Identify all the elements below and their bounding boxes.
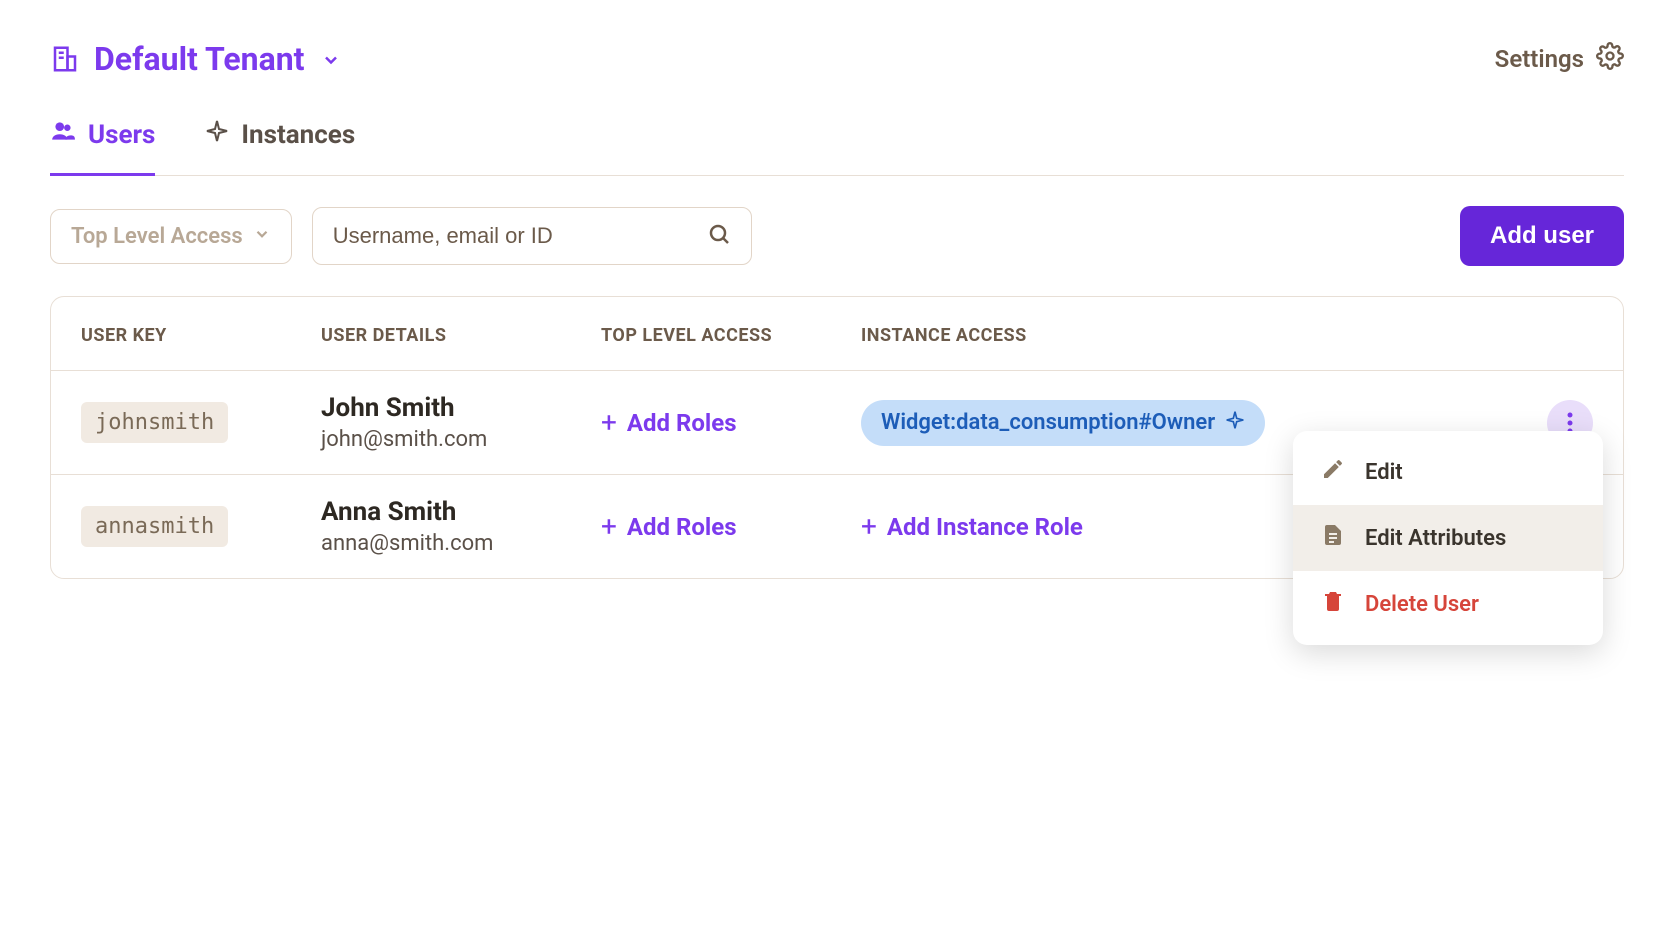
menu-item-edit[interactable]: Edit bbox=[1293, 439, 1603, 505]
add-roles-button[interactable]: + Add Roles bbox=[601, 409, 861, 437]
tab-instances-label: Instances bbox=[241, 120, 355, 150]
th-top-level-access: TOP LEVEL ACCESS bbox=[601, 325, 861, 346]
tenant-selector[interactable]: Default Tenant bbox=[50, 40, 341, 78]
building-icon bbox=[50, 44, 80, 74]
trash-icon bbox=[1321, 589, 1345, 619]
filter-label: Top Level Access bbox=[71, 224, 243, 249]
chevron-down-icon bbox=[321, 40, 341, 78]
tab-users[interactable]: Users bbox=[50, 118, 155, 176]
add-instance-label: Add Instance Role bbox=[887, 513, 1083, 541]
menu-item-edit-attributes-label: Edit Attributes bbox=[1365, 526, 1506, 551]
chevron-down-icon bbox=[253, 224, 271, 249]
pencil-icon bbox=[1321, 457, 1345, 487]
user-name: Anna Smith bbox=[321, 497, 601, 527]
users-table: USER KEY USER DETAILS TOP LEVEL ACCESS I… bbox=[50, 296, 1624, 579]
plus-icon: + bbox=[601, 513, 617, 541]
sparkle-icon bbox=[205, 119, 229, 150]
table-row: johnsmith John Smith john@smith.com + Ad… bbox=[51, 371, 1623, 475]
user-email: john@smith.com bbox=[321, 427, 601, 452]
plus-icon: + bbox=[861, 513, 877, 541]
add-user-button[interactable]: Add user bbox=[1460, 206, 1624, 266]
search-icon bbox=[707, 222, 731, 250]
menu-item-edit-attributes[interactable]: Edit Attributes bbox=[1293, 505, 1603, 571]
user-key-badge: annasmith bbox=[81, 506, 228, 547]
instance-badge-label: Widget:data_consumption#Owner bbox=[881, 410, 1215, 435]
menu-item-delete-user[interactable]: Delete User bbox=[1293, 571, 1603, 637]
th-user-details: USER DETAILS bbox=[321, 325, 601, 346]
settings-label: Settings bbox=[1495, 45, 1584, 73]
row-actions-menu: Edit Edit Attributes Delete User bbox=[1293, 431, 1603, 645]
user-key-badge: johnsmith bbox=[81, 402, 228, 443]
tab-users-label: Users bbox=[88, 120, 155, 150]
th-instance-access: INSTANCE ACCESS bbox=[861, 325, 1513, 346]
tab-instances[interactable]: Instances bbox=[205, 118, 355, 176]
add-roles-label: Add Roles bbox=[627, 409, 737, 437]
instance-access-badge[interactable]: Widget:data_consumption#Owner bbox=[861, 400, 1265, 446]
add-roles-button[interactable]: + Add Roles bbox=[601, 513, 861, 541]
users-icon bbox=[50, 118, 76, 151]
add-roles-label: Add Roles bbox=[627, 513, 737, 541]
gear-icon bbox=[1596, 42, 1624, 76]
search-input[interactable] bbox=[333, 223, 707, 249]
search-box bbox=[312, 207, 752, 265]
th-user-key: USER KEY bbox=[81, 325, 321, 346]
sparkle-icon bbox=[1225, 410, 1245, 436]
document-icon bbox=[1321, 523, 1345, 553]
filter-top-level-access[interactable]: Top Level Access bbox=[50, 209, 292, 264]
plus-icon: + bbox=[601, 409, 617, 437]
tabs: Users Instances bbox=[50, 118, 1624, 176]
settings-link[interactable]: Settings bbox=[1495, 42, 1624, 76]
menu-item-delete-user-label: Delete User bbox=[1365, 592, 1479, 617]
user-name: John Smith bbox=[321, 393, 601, 423]
tenant-label: Default Tenant bbox=[94, 40, 305, 78]
menu-item-edit-label: Edit bbox=[1365, 460, 1403, 485]
user-email: anna@smith.com bbox=[321, 531, 601, 556]
